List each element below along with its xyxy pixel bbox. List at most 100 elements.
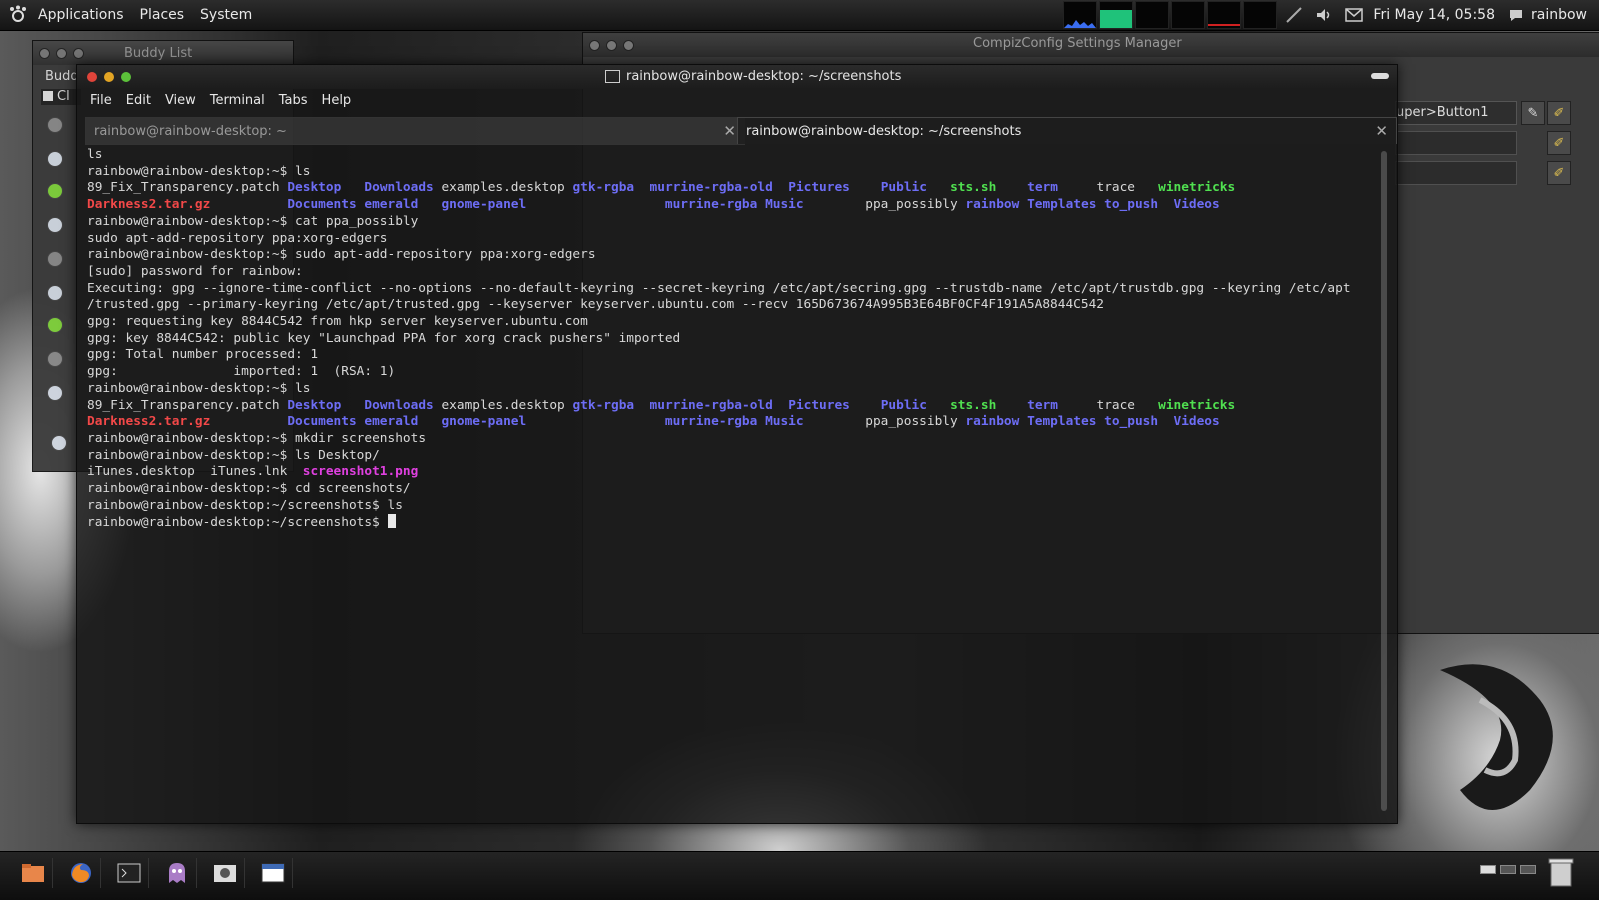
gnome-foot-icon[interactable]: [8, 5, 28, 25]
show-desktop-launcher[interactable]: [14, 858, 53, 888]
collapse-icon: [43, 91, 53, 101]
pidgin-launcher[interactable]: [158, 858, 197, 888]
buddy-group-header[interactable]: Cl: [41, 89, 81, 105]
edit-binding-button[interactable]: ✎: [1521, 101, 1545, 125]
close-button[interactable]: [87, 72, 97, 82]
network-icon[interactable]: [1285, 6, 1303, 24]
idle-status-icon: [47, 151, 63, 167]
trash-icon[interactable]: [1548, 856, 1574, 888]
network-monitor-graph[interactable]: [1135, 1, 1170, 29]
compiz-setting-field-2[interactable]: [1395, 131, 1517, 155]
file-entry: Pictures: [788, 180, 850, 196]
reset-binding-button-3[interactable]: ✐: [1547, 161, 1571, 185]
prompt-line: rainbow@rainbow-desktop:~$ cd screenshot…: [87, 481, 411, 497]
output-line: iTunes.desktop iTunes.lnk screenshot1.pn…: [87, 464, 419, 480]
minimize-button[interactable]: [104, 72, 114, 82]
tab-home[interactable]: rainbow@rainbow-desktop: ~ ✕: [85, 117, 745, 145]
folder-icon: [22, 864, 44, 882]
idle-status-icon: [47, 285, 63, 301]
volume-icon[interactable]: [1315, 6, 1333, 24]
file-entry: gnome-panel: [441, 197, 527, 213]
ls-row: 89_Fix_Transparency.patch Desktop Downlo…: [87, 180, 1377, 197]
user-switcher[interactable]: rainbow: [1531, 7, 1587, 23]
terminal-title-text: rainbow@rainbow-desktop: ~/screenshots: [626, 69, 902, 84]
firefox-icon: [71, 863, 91, 883]
output-line: ls: [87, 147, 103, 162]
buddy-maximize-button[interactable]: [73, 47, 84, 59]
maximize-button[interactable]: [121, 72, 131, 82]
panel-tray: Fri May 14, 05:58 rainbow: [1063, 0, 1599, 30]
memory-monitor-graph[interactable]: [1099, 1, 1134, 29]
window-list-launcher[interactable]: [254, 858, 293, 888]
file-entry: Music: [765, 414, 804, 430]
workspace-2[interactable]: [1500, 865, 1516, 874]
applications-menu[interactable]: Applications: [30, 0, 132, 30]
image-file: screenshot1.png: [302, 464, 419, 480]
away-status-icon: [47, 117, 63, 133]
tab-label: rainbow@rainbow-desktop: ~/screenshots: [746, 123, 1022, 139]
mail-icon[interactable]: [1345, 6, 1364, 24]
menu-help[interactable]: Help: [315, 93, 359, 108]
places-menu[interactable]: Places: [132, 0, 193, 30]
menu-terminal[interactable]: Terminal: [203, 93, 272, 108]
compiz-window-title: CompizConfig Settings Manager: [973, 36, 1182, 51]
menu-file[interactable]: File: [83, 93, 119, 108]
file-entry: Pictures: [788, 397, 850, 413]
system-menu[interactable]: System: [192, 0, 260, 30]
buddy-titlebar[interactable]: Buddy List: [33, 41, 293, 65]
buddies-menu[interactable]: Budd: [45, 69, 79, 84]
reset-binding-button-2[interactable]: ✐: [1547, 131, 1571, 155]
buddy-minimize-button[interactable]: [56, 47, 67, 59]
file-entry: gtk-rgba: [572, 180, 635, 196]
buddy-close-button[interactable]: [39, 47, 50, 59]
menu-edit[interactable]: Edit: [119, 93, 158, 108]
file-entry: Darkness2.tar.gz: [87, 197, 211, 213]
compiz-binding-field[interactable]: uper>Button1: [1395, 101, 1517, 125]
file-entry: to_push: [1104, 197, 1159, 213]
user-chat-icon: [1507, 6, 1525, 24]
workspace-1[interactable]: [1480, 865, 1496, 874]
file-entry: winetricks: [1158, 180, 1236, 196]
ls-output: 89_Fix_Transparency.patch Desktop Downlo…: [87, 398, 1377, 431]
tab-screenshots[interactable]: rainbow@rainbow-desktop: ~/screenshots ✕: [737, 117, 1397, 144]
compiz-maximize-button[interactable]: [623, 39, 634, 51]
terminal-scrollbar[interactable]: [1381, 151, 1387, 811]
workspace-switcher: [1480, 865, 1536, 874]
menu-view[interactable]: View: [158, 93, 203, 108]
file-entry: ppa_possibly: [865, 197, 958, 213]
disk-monitor-graph[interactable]: [1243, 1, 1278, 29]
load-monitor-graph[interactable]: [1207, 1, 1242, 29]
clock[interactable]: Fri May 14, 05:58: [1373, 7, 1495, 23]
close-icon[interactable]: ✕: [723, 122, 736, 140]
close-icon[interactable]: ✕: [1375, 122, 1388, 140]
file-entry: gtk-rgba: [572, 397, 635, 413]
workspace-3[interactable]: [1520, 865, 1536, 874]
terminal-window[interactable]: rainbow@rainbow-desktop: ~/screenshots F…: [76, 64, 1398, 824]
terminal-titlebar[interactable]: rainbow@rainbow-desktop: ~/screenshots: [77, 65, 1397, 89]
terminal-output[interactable]: ls rainbow@rainbow-desktop:~$ ls 89_Fix_Tr…: [87, 147, 1377, 807]
idle-status-icon: [47, 217, 63, 233]
file-entry: examples.desktop: [441, 397, 565, 413]
terminal-tabbar: rainbow@rainbow-desktop: ~ ✕ rainbow@rai…: [79, 113, 1397, 145]
menu-tabs[interactable]: Tabs: [272, 93, 315, 108]
screenshot-launcher[interactable]: [206, 858, 245, 888]
status-selector-icon[interactable]: [51, 435, 67, 451]
firefox-launcher[interactable]: [62, 858, 101, 888]
file-entry: Templates: [1027, 414, 1097, 430]
screenshot-icon: [214, 865, 236, 882]
compiz-close-button[interactable]: [589, 39, 600, 51]
output-line: gpg: requesting key 8844C542 from hkp se…: [87, 314, 588, 330]
terminal-icon: [117, 863, 141, 883]
file-entry: emerald: [364, 197, 419, 213]
tattoo-photo-detail: [1440, 664, 1553, 810]
cpu-monitor-graph[interactable]: [1063, 1, 1098, 29]
reset-binding-button-1[interactable]: ✐: [1547, 101, 1571, 125]
compiz-minimize-button[interactable]: [606, 39, 617, 51]
available-status-icon: [47, 317, 63, 333]
file-entry: Downloads: [364, 397, 434, 413]
swap-monitor-graph[interactable]: [1171, 1, 1206, 29]
ls-row: Darkness2.tar.gz Documents emerald gnome…: [87, 197, 1377, 214]
terminal-launcher[interactable]: [110, 858, 149, 888]
shade-button[interactable]: [1371, 73, 1389, 79]
compiz-setting-field-3[interactable]: [1395, 161, 1517, 185]
